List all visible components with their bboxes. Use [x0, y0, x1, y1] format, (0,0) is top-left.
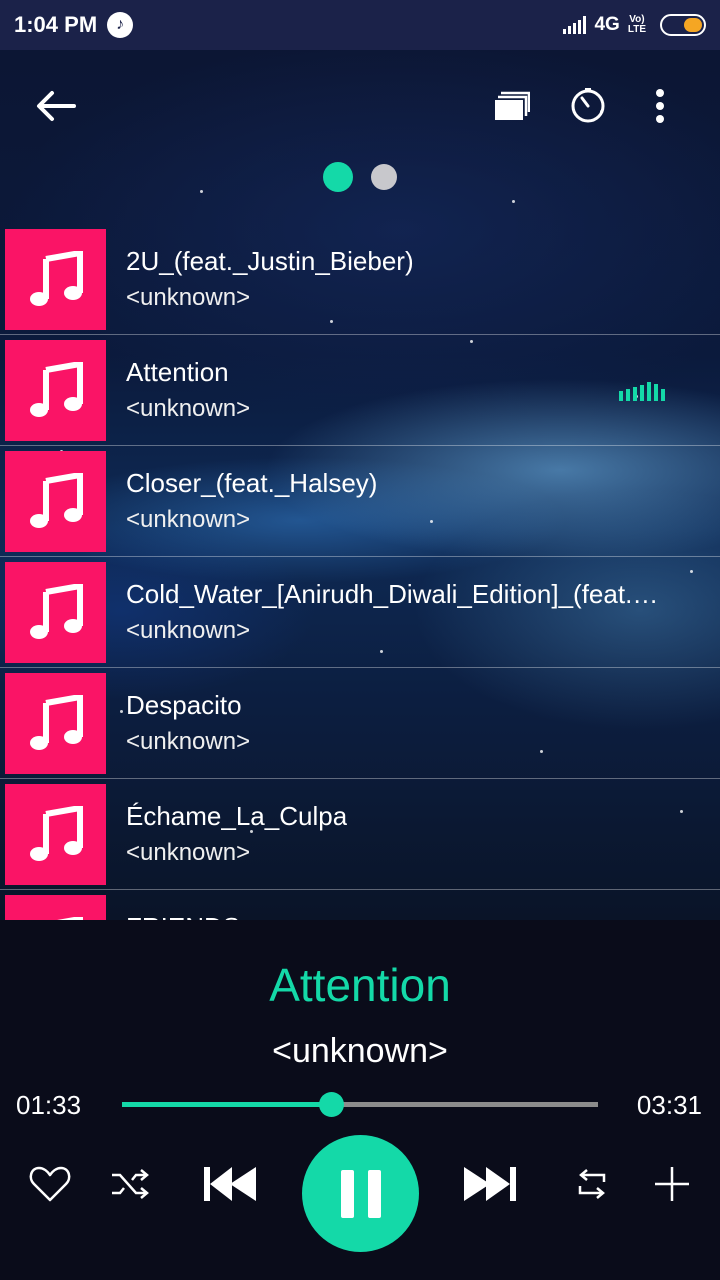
more-options-button[interactable]: [630, 76, 690, 136]
status-bar: 1:04 PM ♪ 4G Vo) LTE: [0, 0, 720, 50]
add-to-playlist-button[interactable]: [640, 1152, 704, 1216]
album-art: [5, 784, 106, 885]
song-row[interactable]: Despacito <unknown>: [0, 668, 720, 779]
song-title: FRIENDS: [126, 912, 240, 920]
song-title: 2U_(feat._Justin_Bieber): [126, 246, 414, 276]
shuffle-icon: [112, 1169, 149, 1199]
seek-bar[interactable]: [122, 1092, 598, 1117]
more-vert-icon: [656, 89, 664, 123]
song-row[interactable]: Cold_Water_[Anirudh_Diwali_Edition]_(fea…: [0, 557, 720, 668]
seek-progress: [122, 1102, 332, 1107]
song-title: Despacito: [126, 690, 242, 720]
music-note-icon: [29, 805, 83, 861]
song-artist: <unknown>: [126, 728, 251, 755]
song-artist: <unknown>: [126, 617, 251, 644]
next-button[interactable]: [458, 1152, 522, 1216]
queue-icon: [495, 91, 530, 120]
song-artist: <unknown>: [126, 284, 251, 311]
music-notification-icon: ♪: [107, 12, 134, 38]
music-note-icon: [29, 694, 83, 750]
album-art: [5, 895, 106, 920]
volte-icon: Vo) LTE: [628, 15, 646, 35]
now-playing-title: Attention: [269, 959, 451, 1011]
queue-button[interactable]: [482, 76, 542, 136]
song-row[interactable]: 2U_(feat._Justin_Bieber) <unknown>: [0, 224, 720, 335]
repeat-button[interactable]: [560, 1152, 624, 1216]
song-row[interactable]: Échame_La_Culpa <unknown>: [0, 779, 720, 890]
music-note-icon: [29, 472, 83, 528]
song-row[interactable]: Closer_(feat._Halsey) <unknown>: [0, 446, 720, 557]
star-decoration: [512, 200, 515, 203]
now-playing-equalizer-icon: [619, 381, 665, 401]
song-list[interactable]: 2U_(feat._Justin_Bieber) <unknown> Attenti…: [0, 224, 720, 920]
music-note-icon: [29, 250, 83, 306]
status-indicators: 4G Vo) LTE: [563, 14, 706, 36]
song-row[interactable]: Attention <unknown>: [0, 335, 720, 446]
skip-previous-icon: [204, 1167, 256, 1201]
sleep-timer-icon: [571, 88, 605, 123]
page-indicator: [0, 162, 720, 192]
album-art: [5, 340, 106, 441]
song-artist: <unknown>: [126, 839, 251, 866]
heart-icon: [29, 1166, 71, 1202]
status-time: 1:04 PM: [14, 12, 98, 37]
back-button[interactable]: [26, 76, 86, 136]
song-artist: <unknown>: [126, 395, 251, 422]
song-title: Échame_La_Culpa: [126, 801, 348, 831]
song-title: Attention: [126, 357, 229, 387]
album-art: [5, 673, 106, 774]
song-title: Closer_(feat._Halsey): [126, 468, 378, 498]
shuffle-button[interactable]: [98, 1152, 162, 1216]
favorite-button[interactable]: [18, 1152, 82, 1216]
sleep-timer-button[interactable]: [558, 76, 618, 136]
album-art: [5, 451, 106, 552]
battery-icon: [660, 14, 706, 36]
seek-thumb[interactable]: [319, 1092, 345, 1117]
music-note-icon: [29, 583, 83, 639]
total-time: 03:31: [636, 1090, 702, 1120]
repeat-icon: [578, 1169, 606, 1199]
signal-icon: [563, 16, 587, 34]
toolbar: [0, 72, 720, 142]
volte-bottom: LTE: [627, 24, 646, 35]
song-title: Cold_Water_[Anirudh_Diwali_Edition]_(fea…: [126, 579, 666, 609]
album-art: [5, 229, 106, 330]
previous-button[interactable]: [198, 1152, 262, 1216]
page-dot-2[interactable]: [371, 164, 397, 190]
pause-icon: [340, 1169, 381, 1218]
album-art: [5, 562, 106, 663]
back-arrow-icon: [37, 91, 76, 121]
music-note-icon: [29, 361, 83, 417]
now-playing-artist: <unknown>: [272, 1032, 448, 1070]
song-artist: <unknown>: [126, 506, 251, 533]
pause-button[interactable]: [302, 1135, 419, 1252]
elapsed-time: 01:33: [16, 1090, 82, 1120]
player-panel: Attention <unknown> 01:33 03:31: [0, 920, 720, 1280]
network-type: 4G: [594, 14, 620, 35]
skip-next-icon: [464, 1167, 516, 1201]
plus-icon: [655, 1167, 689, 1201]
song-row[interactable]: FRIENDS<unknown>: [0, 890, 720, 920]
page-dot-1[interactable]: [323, 162, 353, 192]
